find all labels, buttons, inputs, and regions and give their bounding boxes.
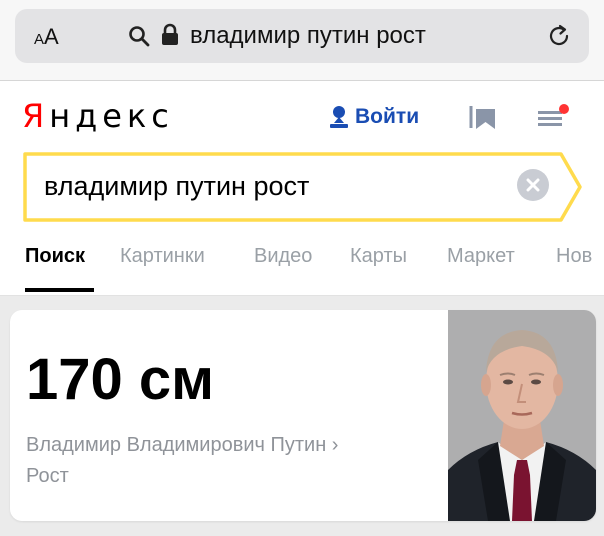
close-icon (526, 178, 540, 192)
tab-market[interactable]: Маркет (447, 245, 515, 268)
lock-icon (162, 23, 178, 45)
text-size-large-label: A (44, 24, 59, 49)
portrait-photo[interactable] (448, 310, 596, 521)
active-tab-indicator (25, 288, 94, 292)
answer-value: 170 см (26, 347, 215, 412)
tab-maps[interactable]: Карты (350, 245, 407, 268)
answer-source[interactable]: Владимир Владимирович Путин › Рост (26, 430, 338, 492)
login-button[interactable]: Войти (329, 101, 419, 133)
tab-news[interactable]: Нов (556, 245, 592, 268)
menu-icon[interactable] (536, 103, 570, 131)
answer-card[interactable]: 170 см Владимир Владимирович Путин › Рос… (10, 310, 596, 521)
reload-icon[interactable] (546, 23, 572, 49)
tab-search[interactable]: Поиск (25, 245, 85, 268)
answer-source-attribute: Рост (26, 465, 69, 487)
clear-search-button[interactable] (517, 169, 549, 201)
search-box[interactable]: владимир путин рост (23, 152, 583, 222)
login-label: Войти (355, 105, 420, 128)
text-size-button[interactable]: AA (34, 24, 59, 50)
answer-source-entity[interactable]: Владимир Владимирович Путин › (26, 430, 338, 461)
logo-first-letter: Я (22, 97, 50, 135)
yandex-logo[interactable]: Яндекс (22, 97, 174, 135)
search-input[interactable]: владимир путин рост (44, 171, 309, 202)
yandex-header: Яндекс Войти владимир путин рост Поиск К… (0, 81, 604, 296)
notification-dot (559, 104, 569, 114)
address-bar[interactable]: AA владимир путин рост (15, 9, 589, 63)
user-icon (330, 106, 348, 128)
search-icon (129, 26, 150, 47)
logo-rest: ндекс (49, 97, 174, 135)
tab-video[interactable]: Видео (254, 245, 312, 268)
text-size-small-label: A (34, 31, 45, 48)
url-text: владимир путин рост (190, 22, 426, 49)
collections-icon[interactable] (468, 103, 498, 131)
tab-images[interactable]: Картинки (120, 245, 205, 268)
browser-toolbar: AA владимир путин рост (0, 0, 604, 81)
search-tabs: Поиск Картинки Видео Карты Маркет Нов (0, 241, 604, 295)
